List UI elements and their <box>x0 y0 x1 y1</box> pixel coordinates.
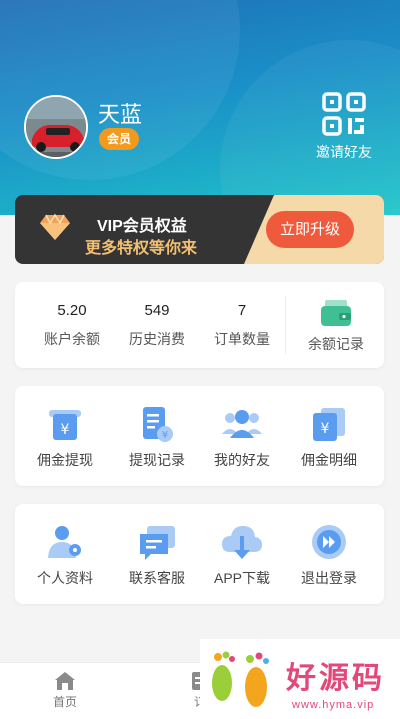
stat-order-count[interactable]: 7 订单数量 <box>199 302 285 349</box>
record-icon: ¥ <box>143 407 173 442</box>
tab-label: 首页 <box>52 695 77 709</box>
svg-text:¥: ¥ <box>162 430 168 441</box>
balance-record-label: 余额记录 <box>308 336 364 352</box>
menu-my-friends[interactable]: 我的好友 <box>196 404 288 470</box>
stat-label: 历史消费 <box>129 331 185 347</box>
friends-icon <box>222 410 262 438</box>
account-menu-card: 个人资料 联系客服 APP下载 退出登录 <box>15 504 384 604</box>
stat-account-balance[interactable]: 5.20 账户余额 <box>29 302 115 349</box>
detail-icon: ¥ <box>313 408 345 441</box>
vip-subtitle: 更多特权等你来 <box>85 240 198 257</box>
menu-label: 我的好友 <box>214 452 270 468</box>
stat-label: 订单数量 <box>214 331 270 347</box>
menu-label: 个人资料 <box>37 570 93 586</box>
menu-personal-info[interactable]: 个人资料 <box>19 522 111 588</box>
invite-friends-button[interactable]: 邀请好友 <box>308 92 380 162</box>
stat-value: 549 <box>144 302 170 319</box>
menu-contact-support[interactable]: 联系客服 <box>111 522 203 588</box>
watermark-url: www.hyma.vip <box>292 699 375 711</box>
chat-icon <box>140 526 175 560</box>
menu-label: 佣金明细 <box>301 452 357 468</box>
menu-label: 联系客服 <box>129 570 185 586</box>
profile-icon <box>48 526 81 558</box>
invite-label: 邀请好友 <box>316 144 372 160</box>
vip-card: VIP会员权益 更多特权等你来 立即升级 <box>15 195 384 264</box>
footprint-logo-icon <box>212 651 269 707</box>
member-badge: 会员 <box>99 128 140 150</box>
download-icon <box>222 526 262 559</box>
menu-label: 退出登录 <box>301 570 357 586</box>
menu-commission-detail[interactable]: ¥ 佣金明细 <box>283 404 375 470</box>
avatar[interactable] <box>24 95 88 159</box>
username: 天蓝 <box>98 102 143 127</box>
divider <box>285 296 286 354</box>
stat-label: 账户余额 <box>44 331 100 347</box>
menu-logout[interactable]: 退出登录 <box>283 522 375 588</box>
stats-card: 5.20 账户余额 549 历史消费 7 订单数量 余额记录 <box>15 282 384 368</box>
wallet-icon <box>321 300 351 326</box>
menu-app-download[interactable]: APP下载 <box>196 522 288 588</box>
upgrade-button[interactable]: 立即升级 <box>266 211 354 248</box>
tab-home[interactable]: 首页 <box>35 671 95 710</box>
qr-code-icon <box>322 92 366 136</box>
commission-menu-card: ¥ 佣金提现 ¥ 提现记录 我的好友 ¥ 佣金明细 <box>15 386 384 486</box>
menu-label: APP下载 <box>213 570 270 586</box>
svg-text:¥: ¥ <box>321 421 330 437</box>
logout-icon <box>312 525 346 559</box>
menu-label: 佣金提现 <box>37 452 93 468</box>
watermark: 好源码 www.hyma.vip <box>200 639 400 719</box>
menu-label: 提现记录 <box>129 452 185 468</box>
balance-record-button[interactable]: 余额记录 <box>293 298 379 354</box>
menu-commission-withdraw[interactable]: ¥ 佣金提现 <box>19 404 111 470</box>
home-icon <box>55 672 75 690</box>
profile-header: 天蓝 会员 邀请好友 <box>0 0 400 215</box>
stat-value: 7 <box>237 302 247 319</box>
stat-value: 5.20 <box>57 302 87 319</box>
diamond-icon <box>40 213 70 240</box>
withdraw-icon: ¥ <box>49 410 81 440</box>
watermark-text: 好源码 <box>286 661 385 696</box>
menu-withdraw-record[interactable]: ¥ 提现记录 <box>111 404 203 470</box>
svg-text:¥: ¥ <box>61 422 70 438</box>
vip-title: VIP会员权益 <box>97 218 187 235</box>
stat-history-spend[interactable]: 549 历史消费 <box>114 302 200 349</box>
